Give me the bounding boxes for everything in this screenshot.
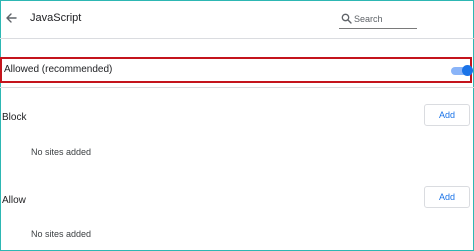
back-button[interactable] [2,9,20,27]
header-divider [0,38,474,39]
search-input[interactable] [354,11,416,26]
search-icon [341,13,352,24]
allow-add-button[interactable]: Add [424,186,470,208]
search-box[interactable] [339,10,417,29]
allowed-label: Allowed (recommended) [4,64,113,75]
toggle-knob [462,65,473,76]
allow-empty-text: No sites added [31,229,92,239]
page-title: JavaScript [30,12,82,24]
block-section-title: Block [2,112,27,123]
allow-section-title: Allow [2,195,26,206]
section-divider [0,87,474,88]
arrow-back-icon [6,13,17,23]
block-empty-text: No sites added [31,147,92,157]
block-add-button[interactable]: Add [424,104,470,126]
page-header: JavaScript [0,0,474,38]
allowed-toggle[interactable] [451,65,473,76]
allowed-setting-row[interactable]: Allowed (recommended) [0,57,473,83]
